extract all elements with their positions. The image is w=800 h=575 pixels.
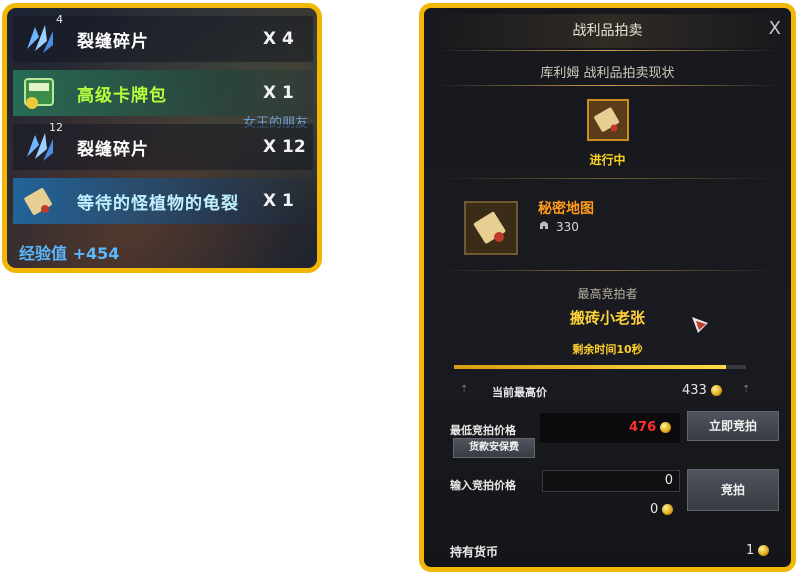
loot-item-qty: X 1 xyxy=(263,83,294,103)
held-currency-label: 持有货币 xyxy=(450,545,499,559)
loot-item-name: 等待的怪植物的龟裂 xyxy=(77,193,239,214)
loot-item-qty: X 12 xyxy=(263,137,306,157)
auction-subtitle: 库利姆 战利品拍卖现状 xyxy=(540,66,675,81)
helmet-icon xyxy=(538,219,550,234)
divider xyxy=(434,50,781,51)
divider xyxy=(434,270,781,271)
gold-coin-icon xyxy=(660,422,672,433)
time-progress-bar xyxy=(454,365,746,369)
time-remaining: 剩余时间10秒 xyxy=(572,343,643,356)
loot-item-row: 12 裂缝碎片 X 12 xyxy=(13,121,313,170)
loot-item-row: 等待的怪植物的龟裂 X 1 xyxy=(13,178,313,224)
bid-button[interactable]: 竞拍 xyxy=(687,469,779,511)
item-power-value: 330 xyxy=(556,219,579,234)
item-name: 秘密地图 xyxy=(538,201,594,217)
divider xyxy=(434,85,781,86)
auction-status: 进行中 xyxy=(589,153,626,167)
gold-coin-icon xyxy=(758,545,770,556)
experience-gain: 经验值 +454 xyxy=(19,244,120,263)
min-bid-price: 476 xyxy=(629,420,672,435)
card-pack-icon xyxy=(19,73,59,113)
item-scroll-icon[interactable] xyxy=(464,201,518,255)
held-currency-value: 1 xyxy=(746,543,770,558)
loot-item-name: 裂缝碎片 xyxy=(77,139,149,160)
arrow-up-icon: ⇡ xyxy=(742,384,751,395)
top-bidder-name: 搬砖小老张 xyxy=(569,309,645,327)
insurance-fee-button[interactable]: 货款安保费 xyxy=(453,438,535,458)
status-scroll-icon xyxy=(587,99,629,141)
loot-item-name: 裂缝碎片 xyxy=(77,31,149,52)
gold-coin-icon xyxy=(710,385,722,396)
window-title: 战利品拍卖 xyxy=(424,14,791,48)
top-bidder-label: 最高竞拍者 xyxy=(577,287,638,301)
time-progress-fill xyxy=(454,365,726,369)
current-highest-label: 当前最高价 xyxy=(492,386,547,399)
bid-input-label: 输入竞拍价格 xyxy=(450,479,516,492)
crystal-shard-icon: 12 xyxy=(19,121,63,167)
loot-panel: 女王的朋友 4 裂缝碎片 X 4 高级卡牌包 X 1 12 裂缝碎片 X 12 … xyxy=(2,3,322,273)
current-highest-price: 433 xyxy=(682,383,722,398)
divider xyxy=(434,178,781,179)
loot-auction-window: 战利品拍卖 X 库利姆 战利品拍卖现状 进行中 秘密地图 330 最高竞拍者 搬… xyxy=(419,3,796,572)
loot-item-row: 4 裂缝碎片 X 4 xyxy=(13,13,313,62)
bid-price-input[interactable]: 0 xyxy=(542,470,680,492)
bid-hammer-icon xyxy=(690,313,712,335)
min-bid-label: 最低竞拍价格 xyxy=(450,424,516,437)
loot-item-qty: X 4 xyxy=(263,29,294,49)
loot-item-row: 高级卡牌包 X 1 xyxy=(13,70,313,116)
scroll-icon xyxy=(19,181,59,221)
gold-coin-icon xyxy=(662,504,674,515)
item-power: 330 xyxy=(538,219,579,234)
bid-now-button[interactable]: 立即竞拍 xyxy=(687,411,779,441)
crystal-shard-icon: 4 xyxy=(19,13,63,59)
bid-total: 0 xyxy=(650,502,674,517)
arrow-up-icon: ⇡ xyxy=(460,384,469,395)
loot-item-name: 高级卡牌包 xyxy=(77,85,167,106)
loot-item-qty: X 1 xyxy=(263,191,294,211)
close-icon[interactable]: X xyxy=(769,20,781,38)
